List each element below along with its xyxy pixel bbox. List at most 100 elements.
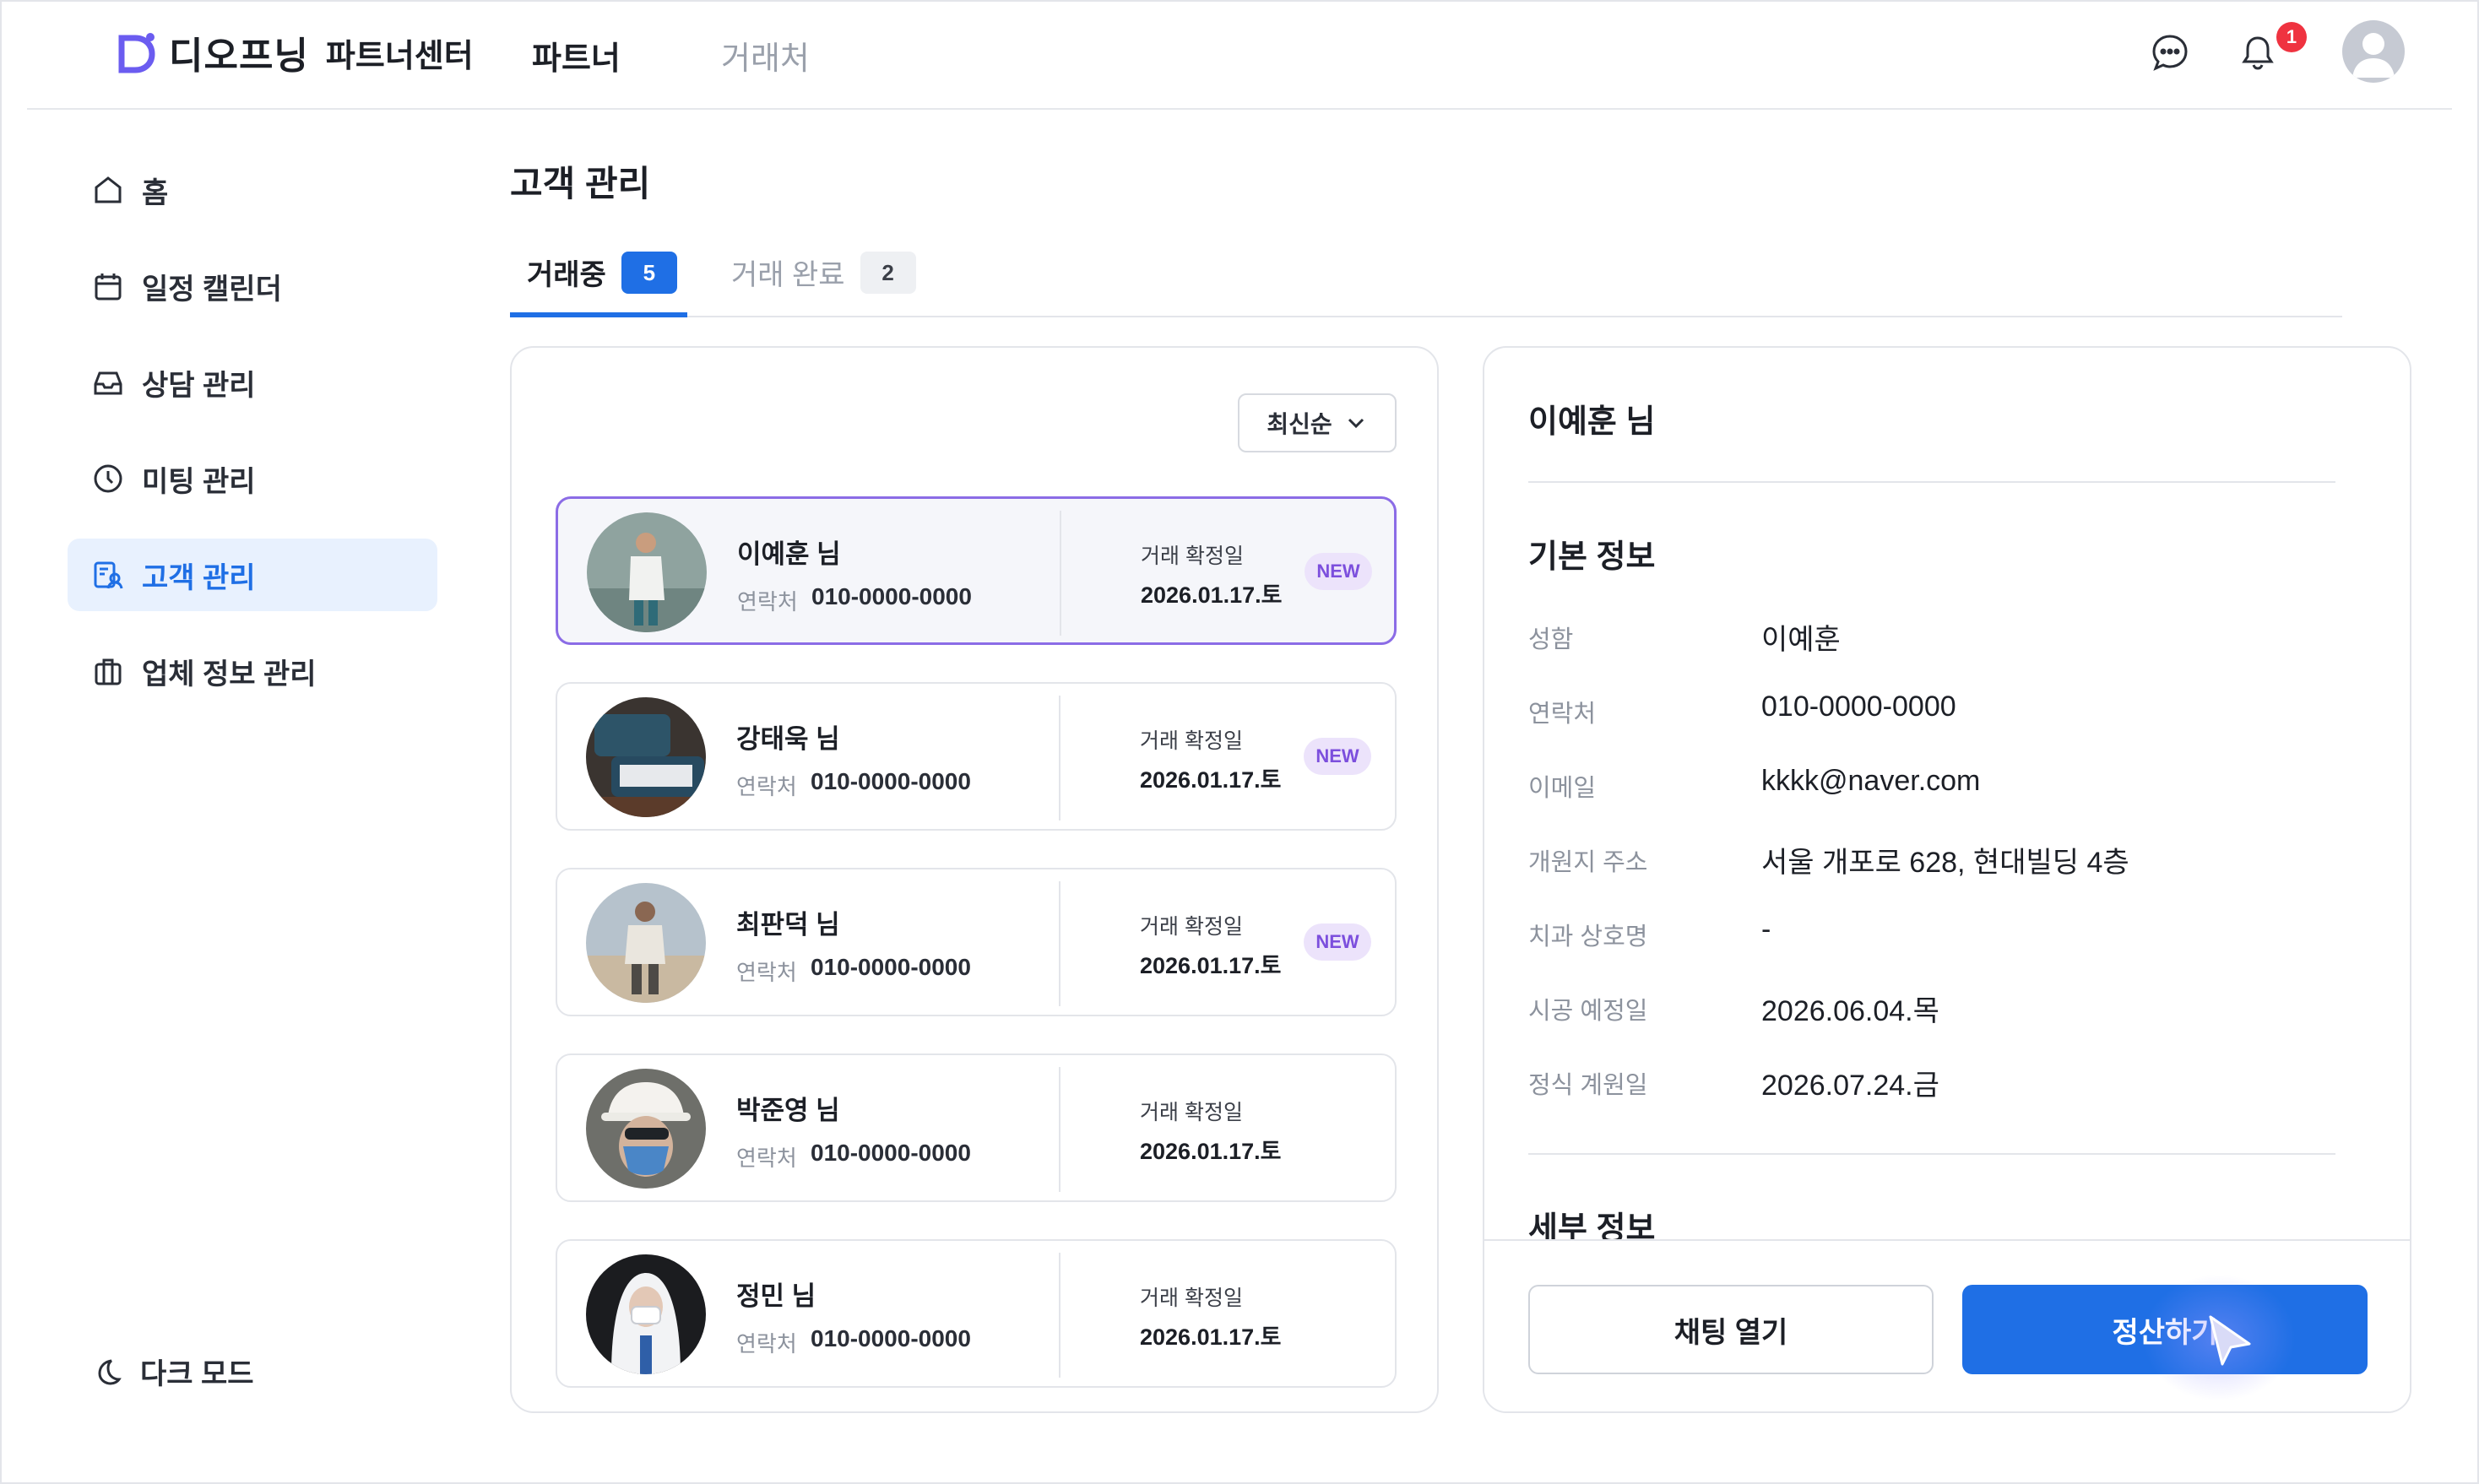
sidebar-item-label: 미팅 관리 <box>142 465 256 498</box>
divider <box>1528 481 2335 483</box>
field-value: kkkk@naver.com <box>1761 765 1981 797</box>
customer-card[interactable]: 최판덕 님 연락처 010-0000-0000 거래 확정일 2026.01.1… <box>556 868 1397 1016</box>
customer-card[interactable]: 정민 님 연락처 010-0000-0000 거래 확정일 2026.01.17… <box>556 1239 1397 1388</box>
top-header: 디오프닝 파트너센터 파트너 거래처 1 <box>27 0 2452 110</box>
field-value: 서울 개포로 628, 현대빌딩 4층 <box>1761 847 2129 879</box>
sidebar-item-customers[interactable]: 고객 관리 <box>68 539 437 611</box>
date-label: 거래 확정일 <box>1140 1101 1243 1124</box>
sidebar-item-home[interactable]: 홈 <box>68 154 437 226</box>
tab-count-badge: 2 <box>860 252 916 294</box>
contact-value: 010-0000-0000 <box>811 583 972 609</box>
card-divider <box>1059 1253 1060 1378</box>
customer-photo <box>586 883 706 1003</box>
detail-customer-name: 이예훈 님 <box>1528 404 1656 440</box>
calendar-icon <box>95 274 122 301</box>
sidebar-item-label: 상담 관리 <box>142 369 256 402</box>
customer-photo <box>586 1254 706 1374</box>
contact-label: 연락처 <box>737 589 798 615</box>
inbox-icon <box>94 371 122 395</box>
new-badge: NEW <box>1304 923 1371 961</box>
contact-label: 연락처 <box>736 1331 797 1357</box>
chevron-down-icon <box>1348 418 1364 429</box>
customer-card[interactable]: 박준영 님 연락처 010-0000-0000 거래 확정일 2026.01.1… <box>556 1053 1397 1202</box>
new-badge: NEW <box>1305 553 1372 590</box>
clock-icon <box>94 464 122 493</box>
brand-sub: 파트너센터 <box>325 38 474 74</box>
tab-completed[interactable]: 거래 완료 2 <box>731 245 916 317</box>
field-label: 성함 <box>1528 626 1574 653</box>
customer-photo <box>587 512 707 632</box>
field-value: 2026.06.04.목 <box>1761 995 1939 1027</box>
divider <box>1528 1153 2335 1155</box>
nav-client[interactable]: 거래처 <box>721 32 810 79</box>
sidebar-item-label: 홈 <box>142 176 169 209</box>
sidebar-item-label: 고객 관리 <box>142 561 256 594</box>
card-divider <box>1060 511 1061 636</box>
nav-partner[interactable]: 파트너 <box>532 32 621 79</box>
field-value: 010-0000-0000 <box>1761 691 1956 723</box>
page-title: 고객 관리 <box>510 164 651 203</box>
customer-photo <box>586 697 706 817</box>
sidebar-item-consult[interactable]: 상담 관리 <box>68 346 437 419</box>
customer-detail-panel: 이예훈 님 기본 정보 성함 이예훈 연락처 010-0000-0000 이메일… <box>1483 346 2411 1413</box>
tab-in-progress[interactable]: 거래중 5 <box>510 245 687 317</box>
contact-value: 010-0000-0000 <box>811 1325 971 1351</box>
moon-icon <box>98 1359 122 1385</box>
contact-value: 010-0000-0000 <box>811 768 971 794</box>
field-label: 이메일 <box>1528 775 1597 802</box>
date-label: 거래 확정일 <box>1140 1286 1243 1310</box>
field-label: 치과 상호명 <box>1528 923 1648 951</box>
brand-logo[interactable]: 디오프닝 파트너센터 <box>117 27 474 78</box>
tab-label: 거래중 <box>527 259 606 291</box>
sort-dropdown[interactable]: 최신순 <box>1238 393 1397 452</box>
bell-icon[interactable] <box>2234 29 2281 76</box>
dark-mode-toggle[interactable]: 다크 모드 <box>91 1351 254 1392</box>
sidebar-item-label: 일정 캘린더 <box>142 273 282 306</box>
detail-actions: 채팅 열기 정산하기 <box>1484 1239 2410 1411</box>
date-value: 2026.01.17.토 <box>1140 1139 1282 1164</box>
chat-icon[interactable] <box>2146 29 2194 76</box>
user-avatar[interactable] <box>2342 20 2405 83</box>
field-label: 연락처 <box>1528 701 1597 728</box>
briefcase-icon <box>95 658 122 685</box>
date-label: 거래 확정일 <box>1140 729 1243 753</box>
field-value: 2026.07.24.금 <box>1761 1070 1939 1102</box>
customer-card[interactable]: 강태욱 님 연락처 010-0000-0000 거래 확정일 2026.01.1… <box>556 682 1397 831</box>
sidebar-item-label: 업체 정보 관리 <box>142 658 317 691</box>
date-label: 거래 확정일 <box>1141 544 1244 568</box>
field-label: 시공 예정일 <box>1528 998 1648 1025</box>
date-value: 2026.01.17.토 <box>1140 953 1282 978</box>
card-divider <box>1059 881 1060 1006</box>
home-icon <box>95 176 122 203</box>
new-badge: NEW <box>1304 738 1371 775</box>
mouse-cursor-icon <box>2209 1315 2251 1366</box>
card-divider <box>1059 1067 1060 1192</box>
open-chat-button[interactable]: 채팅 열기 <box>1528 1285 1934 1374</box>
sidebar-item-calendar[interactable]: 일정 캘린더 <box>68 250 437 322</box>
field-label: 정식 계원일 <box>1528 1072 1648 1099</box>
date-value: 2026.01.17.토 <box>1140 767 1282 793</box>
sidebar-item-meeting[interactable]: 미팅 관리 <box>68 442 437 515</box>
brand-name: 디오프닝 <box>169 35 309 77</box>
field-label: 개원지 주소 <box>1528 849 1648 876</box>
card-divider <box>1059 696 1060 821</box>
customer-name: 최판덕 님 <box>736 910 840 940</box>
contact-value: 010-0000-0000 <box>811 1140 971 1166</box>
field-value: 이예훈 <box>1761 624 1841 656</box>
logo-icon <box>118 33 155 73</box>
sidebar-item-company[interactable]: 업체 정보 관리 <box>68 635 437 707</box>
status-tabs: 거래중 5 거래 완료 2 <box>510 245 2342 317</box>
customer-name: 정민 님 <box>736 1281 816 1311</box>
contact-label: 연락처 <box>736 1145 797 1171</box>
customer-icon <box>94 561 123 589</box>
customer-list-panel: 최신순 이예훈 님 연락처 010-0000-0000 거래 확정일 2026.… <box>510 346 1439 1413</box>
basic-info-title: 기본 정보 <box>1528 539 1656 575</box>
tab-count-badge: 5 <box>621 252 677 294</box>
sort-label: 최신순 <box>1267 411 1332 437</box>
field-value: - <box>1761 913 1771 945</box>
date-value: 2026.01.17.토 <box>1140 1324 1282 1350</box>
contact-label: 연락처 <box>736 774 797 799</box>
contact-label: 연락처 <box>736 960 797 985</box>
customer-card[interactable]: 이예훈 님 연락처 010-0000-0000 거래 확정일 2026.01.1… <box>556 496 1397 645</box>
date-label: 거래 확정일 <box>1140 915 1243 939</box>
